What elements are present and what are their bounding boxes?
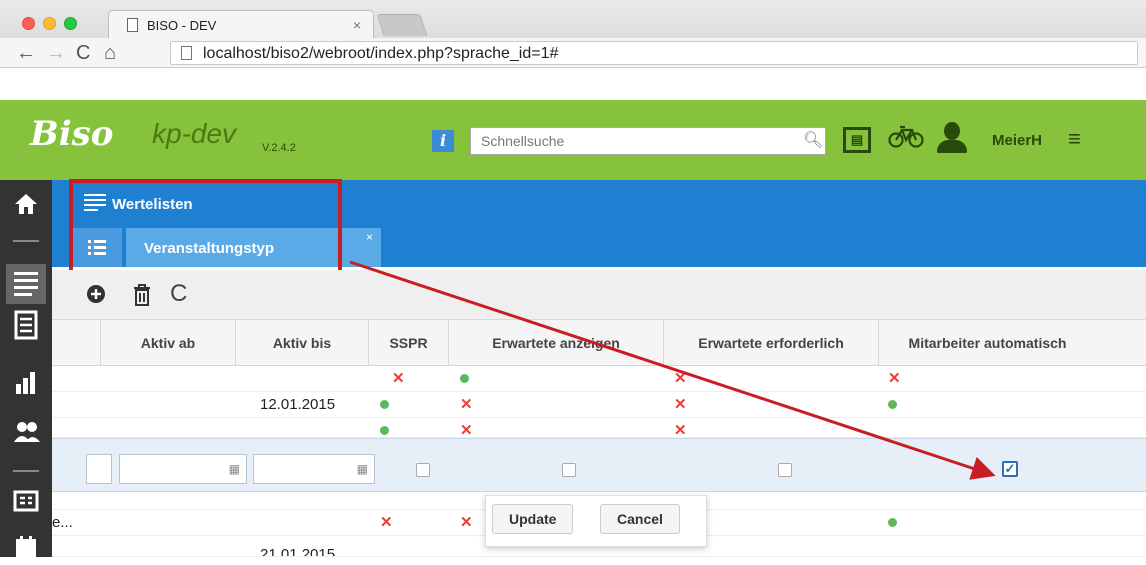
cross-icon: ✕ xyxy=(674,396,687,413)
new-tab-button[interactable] xyxy=(376,14,428,36)
aktiv-bis-value: 21.01.2015 xyxy=(260,546,336,557)
left-sidebar xyxy=(0,180,52,559)
cross-icon: ✕ xyxy=(460,514,473,531)
column-header-aktiv-ab[interactable]: Aktiv ab xyxy=(100,320,235,366)
check-dot-icon xyxy=(888,392,897,418)
home-icon[interactable] xyxy=(13,192,39,222)
row-label: e... xyxy=(52,514,73,531)
add-icon[interactable] xyxy=(86,284,106,310)
text-input[interactable] xyxy=(86,454,112,484)
browser-tab-biso-dev[interactable]: BISO - DEV × xyxy=(108,10,374,38)
list-icon[interactable] xyxy=(6,264,46,304)
sspr-checkbox[interactable] xyxy=(416,463,430,477)
update-button[interactable]: Update xyxy=(492,504,574,534)
check-dot-icon xyxy=(888,510,897,536)
grid-toolbar: C xyxy=(52,270,1146,320)
search-icon[interactable]: 🔍︎ xyxy=(803,130,823,150)
back-arrow-icon[interactable]: ← xyxy=(16,42,36,65)
check-dot-icon xyxy=(380,392,389,418)
column-header-aktiv-bis[interactable]: Aktiv bis xyxy=(235,320,368,366)
bar-chart-icon[interactable] xyxy=(13,370,39,400)
column-header-sspr[interactable]: SSPR xyxy=(368,320,448,366)
home-icon[interactable]: ⌂ xyxy=(104,42,116,65)
forward-arrow-icon[interactable]: → xyxy=(46,42,66,65)
calendar-icon[interactable]: ▦ xyxy=(357,462,368,476)
inline-edit-row: ▦ ▦ ✓ xyxy=(52,438,1146,492)
sidebar-divider xyxy=(13,240,39,242)
browser-tab-title: BISO - DEV xyxy=(147,18,217,33)
erwartete-anzeigen-checkbox[interactable] xyxy=(562,463,576,477)
aktiv-bis-date-input[interactable]: ▦ xyxy=(253,454,375,484)
app-header: Biso kp-dev V.2.4.2 i 🔍︎ ▤ MeierH ≡ xyxy=(0,100,1146,180)
check-dot-icon xyxy=(380,418,389,437)
users-icon[interactable] xyxy=(13,420,40,450)
reload-icon[interactable]: C xyxy=(76,42,90,65)
page-icon xyxy=(181,46,192,60)
cross-icon: ✕ xyxy=(888,370,901,387)
address-bar: ← → C ⌂ localhost/biso2/webroot/index.ph… xyxy=(0,38,1146,68)
table-row[interactable]: 12.01.2015 ✕ ✕ xyxy=(52,392,1146,418)
calendar-icon[interactable]: ▦ xyxy=(229,462,240,476)
table-row[interactable]: ✕ ✕ ✕ xyxy=(52,366,1146,392)
column-header-erwartete-erforderlich[interactable]: Erwartete erforderlich xyxy=(663,320,878,366)
cross-icon: ✕ xyxy=(392,370,405,387)
hamburger-menu-icon[interactable]: ≡ xyxy=(1068,126,1081,152)
document-icon xyxy=(127,18,138,32)
window-maximize-button[interactable] xyxy=(64,17,77,30)
check-dot-icon xyxy=(460,366,469,392)
user-icon[interactable] xyxy=(935,122,969,154)
window-close-button[interactable] xyxy=(22,17,35,30)
table-row[interactable]: ✕ ✕ xyxy=(52,418,1146,438)
mitarbeiter-automatisch-checkbox[interactable]: ✓ xyxy=(1002,461,1018,477)
trash-icon[interactable] xyxy=(132,284,152,312)
contact-card-icon[interactable] xyxy=(13,490,39,518)
cancel-button[interactable]: Cancel xyxy=(600,504,680,534)
aktiv-ab-date-input[interactable]: ▦ xyxy=(119,454,247,484)
biso-logo[interactable]: Biso xyxy=(30,114,113,154)
refresh-icon[interactable]: C xyxy=(170,280,187,308)
url-input[interactable]: localhost/biso2/webroot/index.php?sprach… xyxy=(170,41,1138,65)
info-icon[interactable]: i xyxy=(432,130,454,152)
aktiv-bis-value: 12.01.2015 xyxy=(260,396,336,413)
app-version: V.2.4.2 xyxy=(262,142,296,154)
url-text: localhost/biso2/webroot/index.php?sprach… xyxy=(203,45,559,62)
contact-card-icon[interactable]: ▤ xyxy=(843,127,871,153)
close-icon[interactable]: × xyxy=(366,230,373,244)
cross-icon: ✕ xyxy=(460,422,473,438)
window-minimize-button[interactable] xyxy=(43,17,56,30)
grid-header: Aktiv ab Aktiv bis SSPR Erwartete anzeig… xyxy=(52,320,1146,366)
cross-icon: ✕ xyxy=(674,422,687,438)
cross-icon: ✕ xyxy=(674,370,687,387)
erwartete-erforderlich-checkbox[interactable] xyxy=(778,463,792,477)
highlight-annotation xyxy=(69,179,342,281)
row-editor-buttons: Update Cancel xyxy=(485,495,707,547)
cross-icon: ✕ xyxy=(380,514,393,531)
search-input[interactable] xyxy=(470,127,826,155)
logo-subtitle: kp-dev xyxy=(152,118,237,149)
close-icon[interactable]: × xyxy=(353,17,361,33)
column-header-mitarbeiter-automatisch[interactable]: Mitarbeiter automatisch xyxy=(878,320,1096,366)
bicycle-icon[interactable] xyxy=(888,123,924,156)
sidebar-divider xyxy=(13,470,39,472)
calendar-icon[interactable] xyxy=(13,535,39,565)
username-label[interactable]: MeierH xyxy=(992,132,1042,149)
cross-icon: ✕ xyxy=(460,396,473,413)
form-icon[interactable] xyxy=(13,310,39,346)
column-header-erwartete-anzeigen[interactable]: Erwartete anzeigen xyxy=(448,320,663,366)
